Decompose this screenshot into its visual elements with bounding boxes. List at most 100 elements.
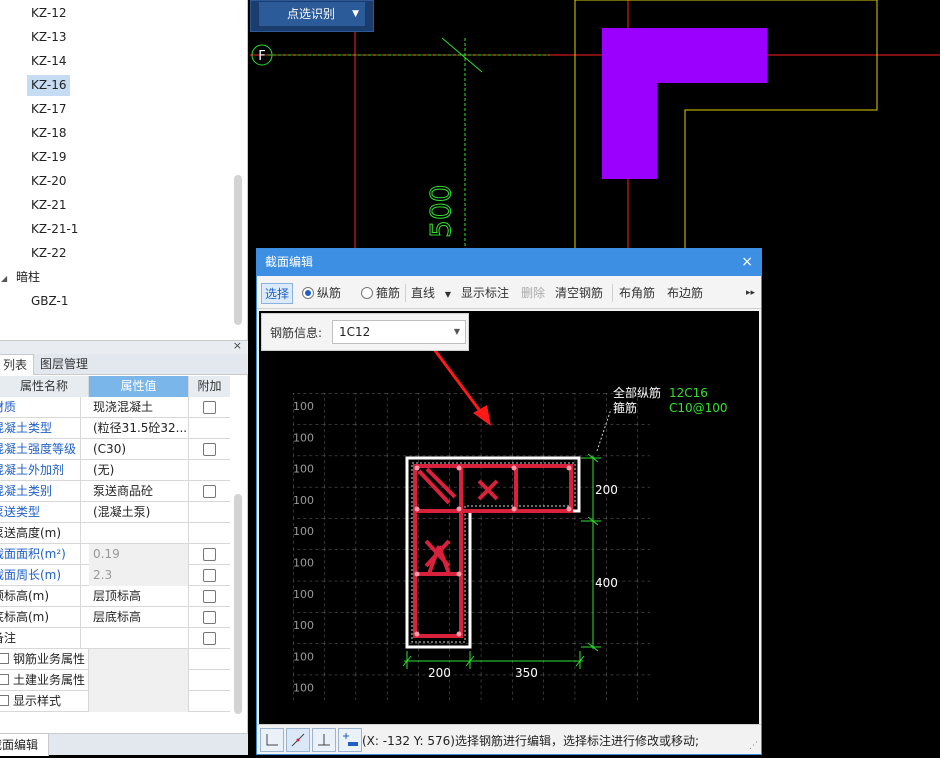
snap-icon[interactable] xyxy=(286,728,310,752)
tree-item[interactable]: KZ-12 xyxy=(27,3,70,24)
attach-checkbox[interactable] xyxy=(203,401,216,414)
attach-checkbox[interactable] xyxy=(203,485,216,498)
table-row[interactable]: 混凝土类别泵送商品砼 xyxy=(0,481,230,502)
table-row[interactable]: 混凝土类型 (粒径31.5砼32.... xyxy=(0,418,230,439)
tab-section-edit[interactable]: 截面编辑 xyxy=(0,734,50,756)
stirrup-radio[interactable]: 箍筋 xyxy=(361,283,400,303)
tree-item[interactable]: KZ-21-1 xyxy=(27,219,82,240)
table-row[interactable]: 显示样式 xyxy=(0,691,230,712)
tree-item[interactable]: KZ-18 xyxy=(27,123,70,144)
property-value[interactable] xyxy=(89,628,189,649)
collapse-triangle-icon[interactable]: ◢ xyxy=(1,274,7,283)
tree-item[interactable]: KZ-22 xyxy=(27,243,70,264)
tree-item[interactable]: KZ-13 xyxy=(27,27,70,48)
attach-checkbox[interactable] xyxy=(203,590,216,603)
edge-rebar-button[interactable]: 布边筋 xyxy=(667,283,703,303)
attach-checkbox[interactable] xyxy=(203,611,216,624)
rebar-point[interactable] xyxy=(456,631,462,637)
dimension-200-bottom[interactable]: 200 xyxy=(428,666,451,680)
tree-item[interactable]: KZ-21 xyxy=(27,195,70,216)
show-dimension-button[interactable]: 显示标注 xyxy=(461,283,509,303)
tab-layer-manager[interactable]: 图层管理 xyxy=(34,354,94,375)
table-row[interactable]: 顶标高(m) 层顶标高 xyxy=(0,586,230,607)
table-row[interactable]: 混凝土外加剂 (无) xyxy=(0,460,230,481)
tab-list[interactable]: 列表 xyxy=(0,354,35,375)
longitudinal-radio[interactable]: 纵筋 xyxy=(302,283,341,303)
attach-checkbox[interactable] xyxy=(203,632,216,645)
tree-item[interactable]: KZ-17 xyxy=(27,99,70,120)
table-row[interactable]: 材质现浇混凝土 xyxy=(0,397,230,418)
legend-all-longitudinal[interactable]: 全部纵筋 xyxy=(613,385,661,400)
dimension-400[interactable]: 400 xyxy=(595,576,618,590)
table-row[interactable]: 泵送类型 (混凝土泵) xyxy=(0,502,230,523)
table-row[interactable]: 混凝土强度等级 (C30) xyxy=(0,439,230,460)
property-scrollbar[interactable] xyxy=(234,494,242,714)
tree-group-hidden-column[interactable]: ◢ 暗柱 xyxy=(0,267,40,288)
rebar-point[interactable] xyxy=(456,465,462,471)
rebar-point[interactable] xyxy=(414,506,420,512)
section-canvas[interactable]: 100 100 100 100 100 100 100 100 100 100 xyxy=(259,311,759,724)
legend-stirrup[interactable]: 箍筋 xyxy=(613,400,637,415)
legend-all-longitudinal-value[interactable]: 12C16 xyxy=(669,386,708,400)
more-icon[interactable]: ▸▸ xyxy=(746,283,755,303)
attach-checkbox[interactable] xyxy=(203,569,216,582)
dimension-200-right[interactable]: 200 xyxy=(595,483,618,497)
table-row[interactable]: 截面面积(m²) 0.19 xyxy=(0,544,230,565)
table-row[interactable]: 泵送高度(m) xyxy=(0,523,230,544)
table-row[interactable]: 底标高(m) 层底标高 xyxy=(0,607,230,628)
property-value[interactable] xyxy=(89,523,189,544)
expand-checkbox-icon[interactable] xyxy=(0,674,9,685)
property-value[interactable]: (粒径31.5砼32.... xyxy=(89,418,189,439)
table-row[interactable]: 土建业务属性 xyxy=(0,670,230,691)
rebar-point[interactable] xyxy=(511,506,517,512)
clear-rebar-button[interactable]: 清空钢筋 xyxy=(555,283,603,303)
property-value[interactable]: 0.19 xyxy=(89,544,189,565)
ortho-icon[interactable] xyxy=(260,728,284,752)
tree-item[interactable]: KZ-20 xyxy=(27,171,70,192)
point-identify-button[interactable]: 点选识别 ▼ xyxy=(259,2,365,26)
rebar-point[interactable] xyxy=(511,465,517,471)
property-value[interactable]: 层顶标高 xyxy=(89,586,189,607)
close-icon[interactable]: × xyxy=(233,339,242,352)
rebar-point[interactable] xyxy=(456,571,462,577)
property-value[interactable]: 2.3 xyxy=(89,565,189,586)
rebar-point[interactable] xyxy=(414,465,420,471)
dimension-mode-icon[interactable] xyxy=(338,728,362,752)
dropdown-arrow-icon[interactable]: ▼ xyxy=(352,2,359,26)
tree-item[interactable]: KZ-19 xyxy=(27,147,70,168)
legend-stirrup-value[interactable]: C10@100 xyxy=(669,401,728,415)
attach-checkbox[interactable] xyxy=(203,548,216,561)
property-value[interactable]: (C30) xyxy=(89,439,189,460)
perpendicular-icon[interactable] xyxy=(312,728,336,752)
corner-rebar-button[interactable]: 布角筋 xyxy=(619,283,655,303)
tree-item[interactable]: KZ-14 xyxy=(27,51,70,72)
resize-grip-icon[interactable]: ⋰ xyxy=(749,741,758,751)
rebar-info-select[interactable]: 1C12 ▼ xyxy=(332,320,466,344)
rebar-point[interactable] xyxy=(566,506,572,512)
expand-checkbox-icon[interactable] xyxy=(0,695,9,706)
tree-item[interactable]: KZ-16 xyxy=(27,75,71,96)
rebar-point[interactable] xyxy=(566,465,572,471)
select-button[interactable]: 选择 xyxy=(261,283,294,304)
rebar-point[interactable] xyxy=(414,631,420,637)
property-value[interactable] xyxy=(89,670,189,691)
table-row[interactable]: 钢筋业务属性 xyxy=(0,649,230,670)
rebar-point[interactable] xyxy=(414,571,420,577)
expand-checkbox-icon[interactable] xyxy=(0,653,9,664)
attach-checkbox[interactable] xyxy=(203,443,216,456)
property-value[interactable] xyxy=(89,691,189,712)
table-row[interactable]: 备注 xyxy=(0,628,230,649)
property-value[interactable] xyxy=(89,649,189,670)
table-row[interactable]: 截面周长(m) 2.3 xyxy=(0,565,230,586)
rebar-point[interactable] xyxy=(456,506,462,512)
line-mode-dropdown[interactable]: 直线 ▼ xyxy=(411,283,451,303)
delete-button[interactable]: 删除 xyxy=(521,283,545,303)
property-value[interactable]: 泵送商品砼 xyxy=(89,481,189,502)
dialog-title-bar[interactable]: 截面编辑 × xyxy=(257,249,761,276)
close-icon[interactable]: × xyxy=(741,249,753,276)
property-value[interactable]: (无) xyxy=(89,460,189,481)
property-value[interactable]: 现浇混凝土 xyxy=(89,397,189,418)
property-value[interactable]: 层底标高 xyxy=(89,607,189,628)
tree-item-gbz-1[interactable]: GBZ-1 xyxy=(27,291,73,312)
dimension-350[interactable]: 350 xyxy=(515,666,538,680)
